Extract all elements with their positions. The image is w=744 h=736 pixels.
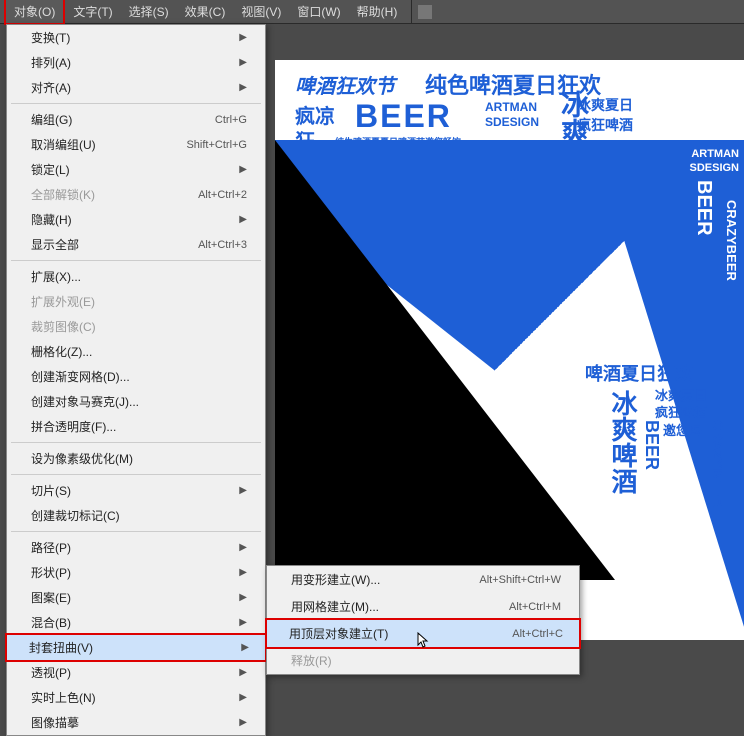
chevron-right-icon: ▶	[239, 485, 247, 496]
art-text: BEER	[641, 420, 662, 470]
chevron-right-icon: ▶	[239, 617, 247, 628]
menu-rasterize[interactable]: 栅格化(Z)...	[7, 339, 265, 364]
menu-blend[interactable]: 混合(B)▶	[7, 610, 265, 635]
submenu-make-with-warp[interactable]: 用变形建立(W)...Alt+Shift+Ctrl+W	[267, 566, 579, 593]
art-text: 邀您喝	[663, 420, 702, 439]
menu-gradient[interactable]: 创建渐变网格(D)...	[7, 364, 265, 389]
toolbar-icons	[418, 5, 432, 19]
menu-flatten[interactable]: 拼合透明度(F)...	[7, 414, 265, 439]
separator	[11, 442, 261, 443]
artboard: 啤酒狂欢节 纯色啤酒夏日狂欢 BEER ARTMAN SDESIGN 疯凉 狂 …	[275, 60, 744, 640]
layout-icon[interactable]	[418, 5, 432, 19]
menu-shape[interactable]: 形状(P)▶	[7, 560, 265, 585]
menu-trim[interactable]: 创建裁切标记(C)	[7, 503, 265, 528]
menu-window[interactable]: 窗口(W)	[289, 0, 348, 23]
separator	[11, 103, 261, 104]
chevron-right-icon: ▶	[239, 567, 247, 578]
menu-showall[interactable]: 显示全部Alt+Ctrl+3	[7, 232, 265, 257]
submenu-make-with-mesh[interactable]: 用网格建立(M)...Alt+Ctrl+M	[267, 593, 579, 620]
menu-ungroup[interactable]: 取消编组(U)Shift+Ctrl+G	[7, 132, 265, 157]
menu-perspective[interactable]: 透视(P)▶	[7, 660, 265, 685]
separator	[11, 531, 261, 532]
chevron-right-icon: ▶	[239, 717, 247, 728]
menu-type[interactable]: 文字(T)	[65, 0, 120, 23]
chevron-right-icon: ▶	[239, 692, 247, 703]
menu-group[interactable]: 编组(G)Ctrl+G	[7, 107, 265, 132]
chevron-right-icon: ▶	[239, 164, 247, 175]
chevron-right-icon: ▶	[239, 667, 247, 678]
art-text: SDESIGN	[485, 115, 539, 129]
menu-imagetrace[interactable]: 图像描摹▶	[7, 710, 265, 735]
menu-object[interactable]: 对象(O)	[4, 0, 65, 25]
art-text: ARTMAN	[485, 100, 537, 114]
menu-align[interactable]: 对齐(A)▶	[7, 75, 265, 100]
art-text: BEER	[355, 98, 452, 135]
menu-effect[interactable]: 效果(C)	[177, 0, 234, 23]
menubar: 对象(O) 文字(T) 选择(S) 效果(C) 视图(V) 窗口(W) 帮助(H…	[0, 0, 744, 24]
object-menu-dropdown: 变换(T)▶ 排列(A)▶ 对齐(A)▶ 编组(G)Ctrl+G 取消编组(U)…	[6, 24, 266, 736]
chevron-right-icon: ▶	[241, 642, 249, 653]
menu-mosaic[interactable]: 创建对象马赛克(J)...	[7, 389, 265, 414]
art-text: 啤酒狂欢节	[295, 70, 395, 99]
chevron-right-icon: ▶	[239, 82, 247, 93]
chevron-right-icon: ▶	[239, 214, 247, 225]
menu-arrange[interactable]: 排列(A)▶	[7, 50, 265, 75]
menu-transform[interactable]: 变换(T)▶	[7, 25, 265, 50]
chevron-right-icon: ▶	[239, 542, 247, 553]
menu-expand[interactable]: 扩展(X)...	[7, 264, 265, 289]
art-text: 冰爽啤酒	[605, 390, 642, 494]
art-text: 啤酒夏日狂欢	[585, 360, 693, 386]
menu-expandapp: 扩展外观(E)	[7, 289, 265, 314]
envelope-submenu: 用变形建立(W)...Alt+Shift+Ctrl+W 用网格建立(M)...A…	[266, 565, 580, 675]
menu-envelope-distort[interactable]: 封套扭曲(V)▶	[5, 633, 267, 662]
menu-unlockall: 全部解锁(K)Alt+Ctrl+2	[7, 182, 265, 207]
menu-pattern[interactable]: 图案(E)▶	[7, 585, 265, 610]
menu-crop: 裁剪图像(C)	[7, 314, 265, 339]
menu-pixelperf[interactable]: 设为像素级优化(M)	[7, 446, 265, 471]
cursor-icon	[416, 632, 432, 651]
separator	[11, 260, 261, 261]
menu-lock[interactable]: 锁定(L)▶	[7, 157, 265, 182]
chevron-right-icon: ▶	[239, 57, 247, 68]
menu-view[interactable]: 视图(V)	[233, 0, 289, 23]
separator	[411, 0, 412, 24]
art-text: 疯狂啤酒	[655, 402, 707, 421]
menu-path[interactable]: 路径(P)▶	[7, 535, 265, 560]
menu-livepaint[interactable]: 实时上色(N)▶	[7, 685, 265, 710]
chevron-right-icon: ▶	[239, 592, 247, 603]
menu-help[interactable]: 帮助(H)	[349, 0, 406, 23]
menu-select[interactable]: 选择(S)	[121, 0, 177, 23]
menu-hide[interactable]: 隐藏(H)▶	[7, 207, 265, 232]
separator	[11, 474, 261, 475]
menu-slice[interactable]: 切片(S)▶	[7, 478, 265, 503]
chevron-right-icon: ▶	[239, 32, 247, 43]
art-text: CRAZYBEER	[710, 420, 726, 507]
